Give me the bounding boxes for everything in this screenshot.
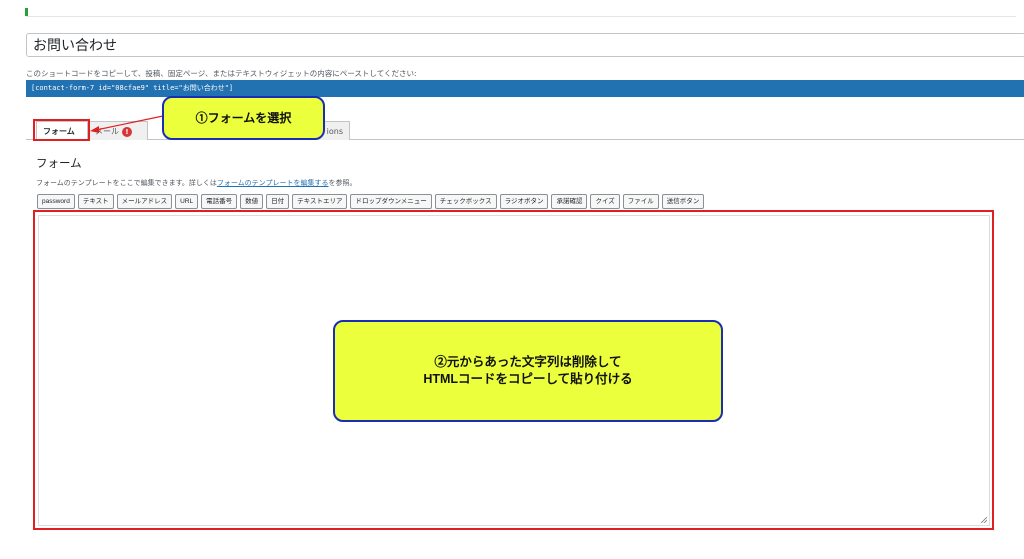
annotation-step2-line1: ②元からあった文字列は削除して	[434, 355, 622, 369]
annotation-step2: ②元からあった文字列は削除して HTMLコードをコピーして貼り付ける	[333, 320, 723, 422]
callout-arrow	[90, 115, 164, 133]
annotation-step2-line2: HTMLコードをコピーして貼り付ける	[423, 372, 633, 386]
annotation-step1: ①フォームを選択	[162, 96, 325, 140]
